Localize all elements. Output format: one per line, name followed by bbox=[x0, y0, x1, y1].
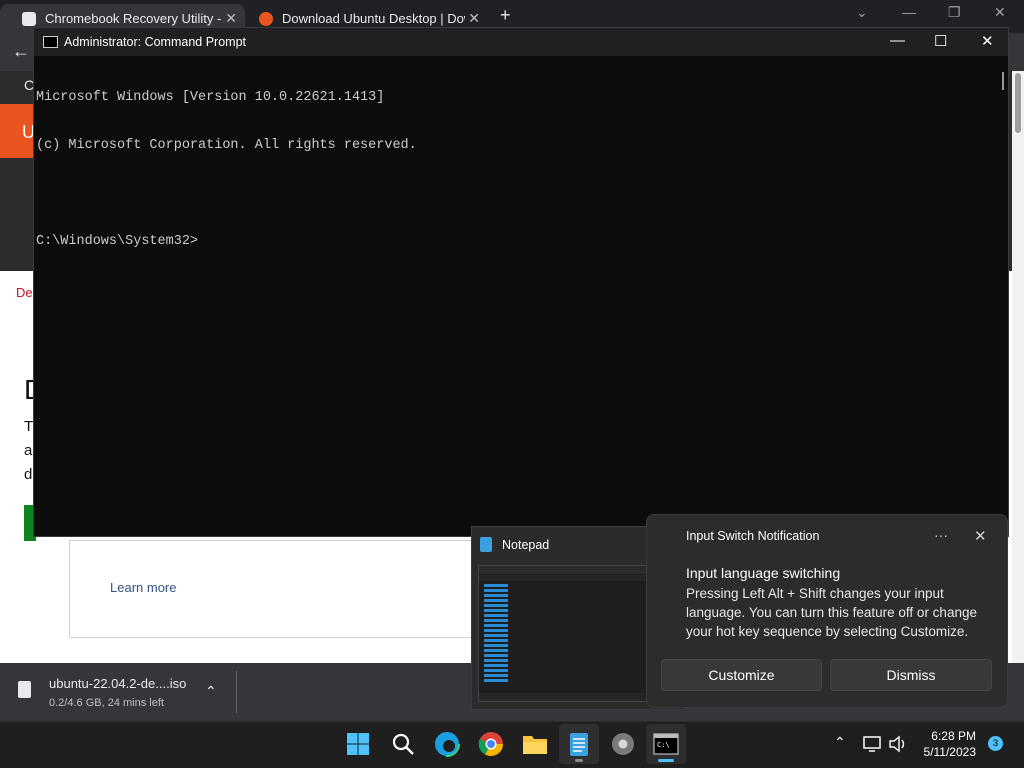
breadcrumb[interactable]: De bbox=[16, 285, 33, 300]
page-scrollbar[interactable] bbox=[1012, 71, 1024, 663]
page-text: d bbox=[24, 466, 33, 483]
learn-more-link[interactable]: Learn more bbox=[110, 580, 176, 595]
notepad-icon bbox=[480, 537, 492, 552]
tab-close-icon[interactable]: ✕ bbox=[468, 10, 480, 27]
clock-time[interactable]: 6:28 PM bbox=[904, 729, 976, 743]
chrome-icon[interactable] bbox=[478, 731, 504, 757]
terminal-icon[interactable]: C:\ bbox=[653, 731, 679, 757]
restore-icon[interactable]: ❐ bbox=[948, 4, 961, 21]
start-icon[interactable] bbox=[345, 731, 371, 757]
active-indicator bbox=[658, 759, 674, 762]
network-icon[interactable] bbox=[862, 735, 882, 758]
search-icon[interactable] bbox=[390, 731, 416, 757]
tab-title: Download Ubuntu Desktop | Dow bbox=[282, 11, 465, 26]
chevron-up-icon[interactable]: ⌃ bbox=[205, 683, 217, 700]
tab-title: Chromebook Recovery Utility - C bbox=[45, 11, 221, 26]
page-text: a bbox=[24, 442, 33, 459]
ubuntu-favicon bbox=[259, 11, 273, 26]
cmd-close-icon[interactable]: ✕ bbox=[981, 32, 994, 50]
file-icon bbox=[18, 681, 31, 698]
cmd-maximize-icon[interactable]: ☐ bbox=[934, 32, 947, 50]
cmd-title: Administrator: Command Prompt bbox=[64, 35, 247, 49]
new-tab-button[interactable]: + bbox=[500, 5, 511, 26]
notification-count-badge[interactable]: 3 bbox=[988, 736, 1003, 751]
close-icon[interactable]: ✕ bbox=[994, 4, 1006, 21]
more-options-icon[interactable]: ··· bbox=[934, 527, 948, 543]
cmd-titlebar[interactable]: Administrator: Command Prompt — ☐ ✕ bbox=[34, 28, 1008, 56]
notification-app-name: Input Switch Notification bbox=[686, 529, 820, 543]
chromebook-recovery-favicon bbox=[22, 11, 36, 26]
svg-text:C:\: C:\ bbox=[657, 741, 670, 749]
notepad-icon[interactable] bbox=[566, 731, 592, 757]
download-status: 0.2/4.6 GB, 24 mins left bbox=[49, 697, 164, 709]
cmd-prompt-line: C:\Windows\System32> bbox=[36, 234, 199, 249]
download-filename[interactable]: ubuntu-22.04.2-de....iso bbox=[49, 676, 186, 691]
settings-icon[interactable] bbox=[610, 731, 636, 757]
cmd-line bbox=[36, 186, 417, 202]
back-arrow-icon[interactable]: ← bbox=[12, 41, 30, 62]
notification-close-icon[interactable]: ✕ bbox=[974, 527, 987, 545]
running-indicator bbox=[575, 759, 583, 762]
show-hidden-icons-chevron-icon[interactable]: ⌃ bbox=[834, 734, 846, 751]
notification-body: Pressing Left Alt + Shift changes your i… bbox=[686, 586, 977, 639]
cmd-output[interactable]: Microsoft Windows [Version 10.0.22621.14… bbox=[34, 58, 417, 282]
minimize-icon[interactable]: — bbox=[902, 4, 916, 20]
command-prompt-window[interactable]: Administrator: Command Prompt — ☐ ✕ Micr… bbox=[33, 27, 1009, 537]
dismiss-button[interactable]: Dismiss bbox=[830, 659, 992, 691]
divider bbox=[236, 671, 237, 713]
ubuntu-banner: U bbox=[0, 104, 35, 158]
cmd-icon bbox=[43, 36, 58, 48]
notification-heading: Input language switching bbox=[686, 565, 841, 581]
customize-button[interactable]: Customize bbox=[661, 659, 822, 691]
notepad-thumbnail-title: Notepad bbox=[502, 538, 550, 552]
cmd-minimize-icon[interactable]: — bbox=[890, 32, 905, 49]
page-text: T bbox=[24, 418, 34, 435]
cmd-line: Microsoft Windows [Version 10.0.22621.14… bbox=[36, 90, 385, 105]
tab-close-icon[interactable]: ✕ bbox=[225, 10, 237, 27]
tab-search-icon[interactable]: ⌄ bbox=[856, 4, 868, 21]
edge-icon[interactable] bbox=[434, 731, 460, 757]
cmd-line: (c) Microsoft Corporation. All rights re… bbox=[36, 138, 417, 153]
clock-date[interactable]: 5/11/2023 bbox=[904, 745, 977, 759]
file-explorer-icon[interactable] bbox=[522, 731, 548, 757]
cmd-scrollbar[interactable] bbox=[1002, 72, 1004, 90]
